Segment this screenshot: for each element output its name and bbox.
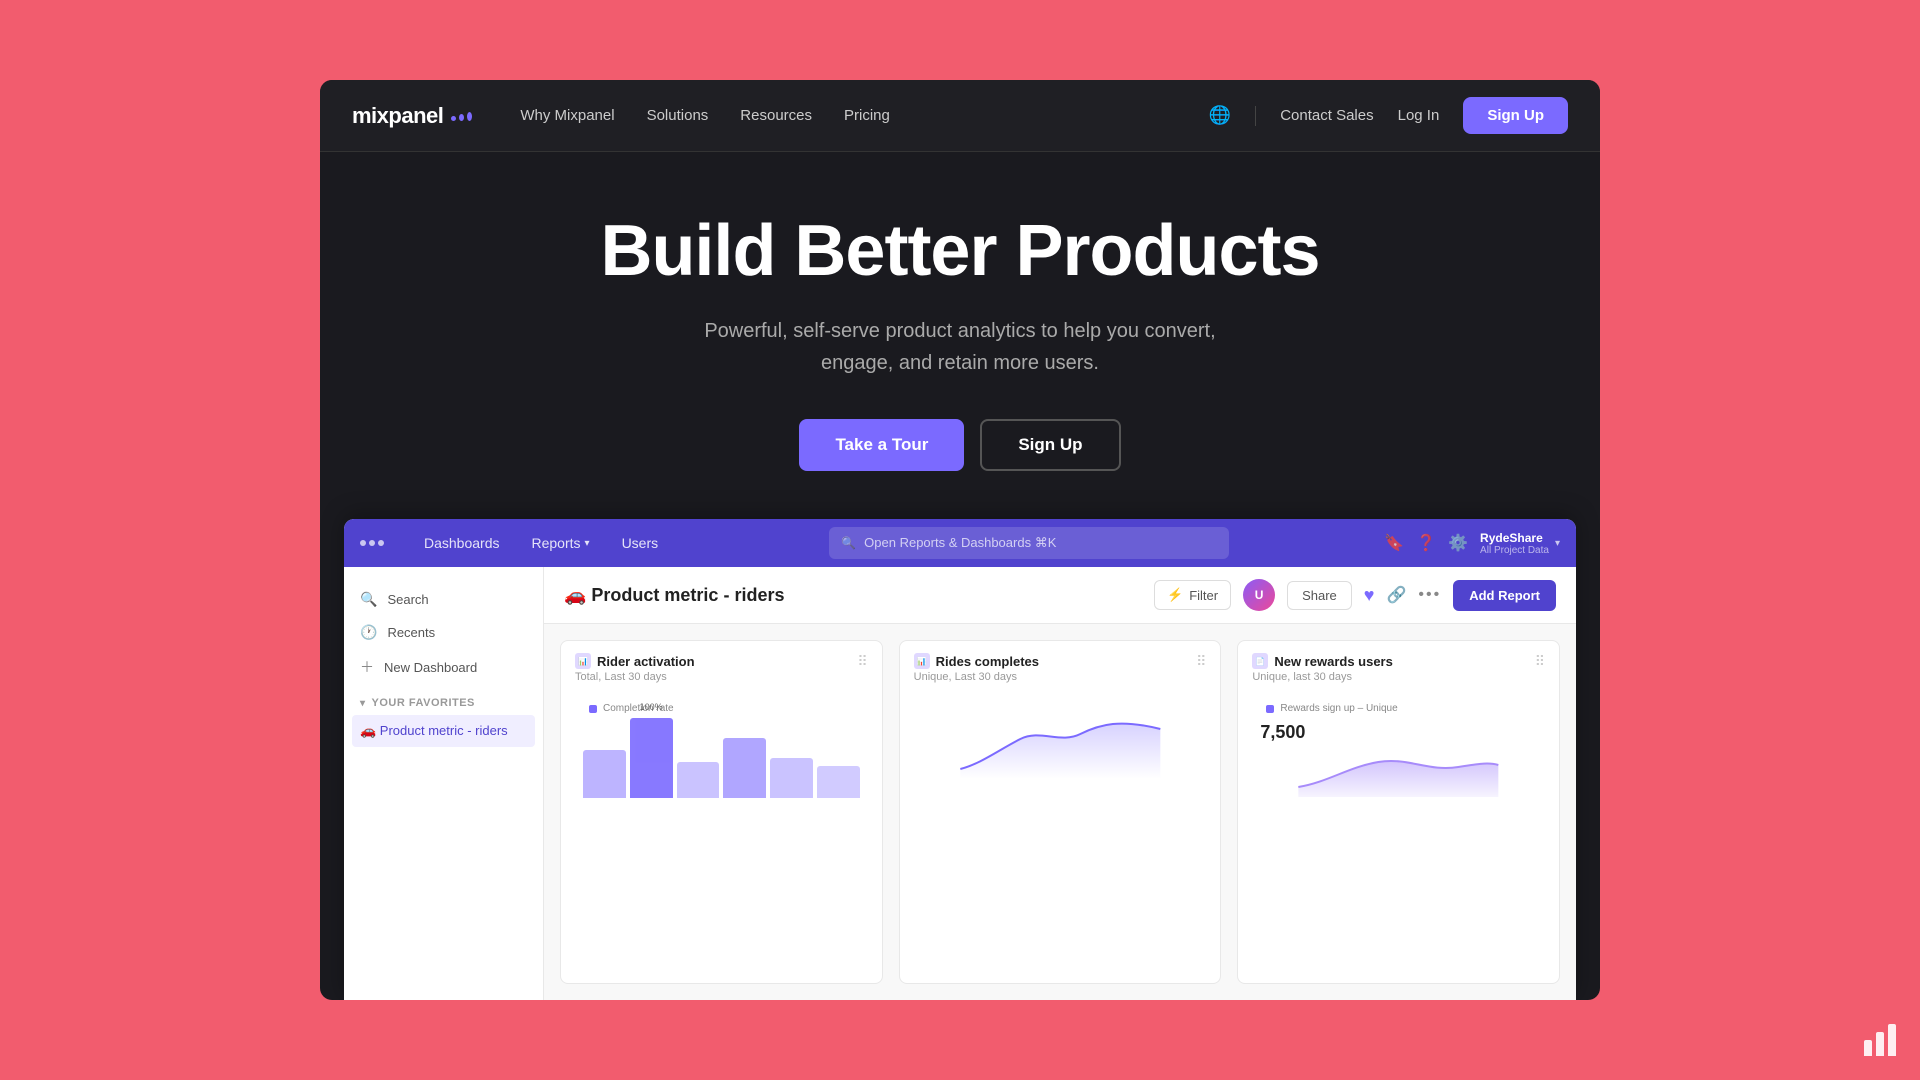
- hero-buttons: Take a Tour Sign Up: [352, 419, 1568, 471]
- org-sub: All Project Data: [1480, 545, 1549, 556]
- app-nav-right: 🔖 ❓ ⚙️ RydeShare All Project Data ▾: [1384, 531, 1560, 556]
- plus-icon: ＋: [360, 657, 374, 677]
- app-logo-dots: [360, 540, 384, 546]
- line-chart: [914, 699, 1207, 779]
- app-main-header: 🚗 Product metric - riders ⚡ Filter U Sha…: [544, 567, 1576, 624]
- link-icon[interactable]: 🔗: [1386, 585, 1406, 605]
- nav-login[interactable]: Log In: [1398, 107, 1440, 124]
- favorites-label: ▾ Your Favorites: [344, 685, 543, 715]
- drag-handle-icon[interactable]: ⠿: [1535, 653, 1545, 670]
- org-name: RydeShare: [1480, 531, 1549, 545]
- nav-signup-button[interactable]: Sign Up: [1463, 97, 1568, 134]
- metric-value: 7,500: [1252, 718, 1545, 747]
- globe-icon[interactable]: 🌐: [1209, 105, 1231, 126]
- app-main: 🚗 Product metric - riders ⚡ Filter U Sha…: [544, 567, 1576, 1000]
- app-nav-items: Dashboards Reports ▾ Users: [408, 519, 674, 567]
- search-icon: 🔍: [360, 591, 377, 608]
- dashboard-title: 🚗 Product metric - riders: [564, 585, 784, 606]
- card-icon: 📄: [1252, 653, 1268, 669]
- sidebar-new-dashboard[interactable]: ＋ New Dashboard: [344, 649, 543, 685]
- rider-activation-card: 📊 Rider activation Total, Last 30 days ⠿…: [560, 640, 883, 984]
- top-navigation: mixpanel Why Mixpanel Solutions Resource…: [320, 80, 1600, 152]
- card-body: Completion rate 100%: [561, 691, 882, 983]
- bar-label: 100%: [640, 702, 663, 712]
- sidebar-recents[interactable]: 🕐 Recents: [344, 616, 543, 649]
- app-nav-reports[interactable]: Reports ▾: [516, 519, 606, 567]
- nav-why-mixpanel[interactable]: Why Mixpanel: [520, 107, 614, 124]
- settings-icon[interactable]: ⚙️: [1448, 533, 1468, 553]
- reports-chevron-icon: ▾: [585, 538, 590, 549]
- card-header: 📊 Rider activation Total, Last 30 days ⠿: [561, 641, 882, 691]
- app-search-bar[interactable]: 🔍 Open Reports & Dashboards ⌘K: [706, 527, 1352, 559]
- filter-icon: ⚡: [1167, 587, 1183, 603]
- card-icon: 📊: [575, 653, 591, 669]
- nav-links: Why Mixpanel Solutions Resources Pricing: [520, 107, 1160, 124]
- recents-icon: 🕐: [360, 624, 377, 641]
- sidebar-active-item[interactable]: 🚗 Product metric - riders: [352, 715, 535, 747]
- hero-section: Build Better Products Powerful, self-ser…: [320, 152, 1600, 519]
- nav-contact-sales[interactable]: Contact Sales: [1280, 107, 1373, 124]
- card-subtitle: Unique, last 30 days: [1252, 671, 1393, 683]
- nav-solutions[interactable]: Solutions: [647, 107, 709, 124]
- report-cards: 📊 Rider activation Total, Last 30 days ⠿…: [544, 624, 1576, 1000]
- logo[interactable]: mixpanel: [352, 103, 472, 129]
- card-icon: 📊: [914, 653, 930, 669]
- help-icon[interactable]: ❓: [1416, 533, 1436, 553]
- share-button[interactable]: Share: [1287, 581, 1352, 610]
- bar-chart: 100%: [575, 718, 868, 798]
- nav-pricing[interactable]: Pricing: [844, 107, 890, 124]
- drag-handle-icon[interactable]: ⠿: [857, 653, 867, 670]
- bookmark-icon[interactable]: 🔖: [1384, 533, 1404, 553]
- main-actions: ⚡ Filter U Share ♥ 🔗 ••• Add Report: [1154, 579, 1556, 611]
- card-header: 📊 Rides completes Unique, Last 30 days ⠿: [900, 641, 1221, 691]
- card-body: Rewards sign up – Unique 7,500: [1238, 691, 1559, 983]
- area-chart: [1252, 747, 1545, 797]
- add-report-button[interactable]: Add Report: [1453, 580, 1556, 611]
- app-body: 🔍 Search 🕐 Recents ＋ New Dashboard ▾ You…: [344, 567, 1576, 1000]
- chart-legend: Completion rate: [575, 699, 868, 718]
- nav-divider: [1255, 106, 1256, 126]
- sidebar-search[interactable]: 🔍 Search: [344, 583, 543, 616]
- card-title: Rider activation: [597, 654, 695, 669]
- avatar: U: [1243, 579, 1275, 611]
- rides-completes-card: 📊 Rides completes Unique, Last 30 days ⠿: [899, 640, 1222, 984]
- org-selector[interactable]: RydeShare All Project Data ▾: [1480, 531, 1560, 556]
- card-body: [900, 691, 1221, 983]
- take-tour-button[interactable]: Take a Tour: [799, 419, 964, 471]
- app-nav-dashboards[interactable]: Dashboards: [408, 519, 516, 567]
- card-title: New rewards users: [1274, 654, 1393, 669]
- nav-right: 🌐 Contact Sales Log In Sign Up: [1209, 97, 1568, 134]
- chart-legend: Rewards sign up – Unique: [1252, 699, 1545, 718]
- card-subtitle: Total, Last 30 days: [575, 671, 695, 683]
- card-title: Rides completes: [936, 654, 1039, 669]
- nav-resources[interactable]: Resources: [740, 107, 812, 124]
- app-search-text: Open Reports & Dashboards ⌘K: [864, 535, 1056, 551]
- hero-signup-button[interactable]: Sign Up: [980, 419, 1120, 471]
- app-preview: Dashboards Reports ▾ Users 🔍 Open Report…: [344, 519, 1576, 1000]
- app-navbar: Dashboards Reports ▾ Users 🔍 Open Report…: [344, 519, 1576, 567]
- app-nav-users[interactable]: Users: [606, 519, 675, 567]
- filter-button[interactable]: ⚡ Filter: [1154, 580, 1231, 610]
- org-caret-icon: ▾: [1555, 538, 1560, 549]
- drag-handle-icon[interactable]: ⠿: [1196, 653, 1206, 670]
- bottom-bar-icon: [1864, 1024, 1896, 1056]
- search-icon: 🔍: [841, 536, 856, 550]
- logo-dots: [451, 112, 472, 121]
- more-options-icon[interactable]: •••: [1418, 586, 1441, 604]
- card-subtitle: Unique, Last 30 days: [914, 671, 1039, 683]
- heart-icon[interactable]: ♥: [1364, 585, 1375, 606]
- favorites-chevron-icon: ▾: [360, 698, 366, 709]
- new-rewards-card: 📄 New rewards users Unique, last 30 days…: [1237, 640, 1560, 984]
- hero-subtitle: Powerful, self-serve product analytics t…: [352, 315, 1568, 379]
- card-header: 📄 New rewards users Unique, last 30 days…: [1238, 641, 1559, 691]
- app-sidebar: 🔍 Search 🕐 Recents ＋ New Dashboard ▾ You…: [344, 567, 544, 1000]
- hero-title: Build Better Products: [352, 212, 1568, 291]
